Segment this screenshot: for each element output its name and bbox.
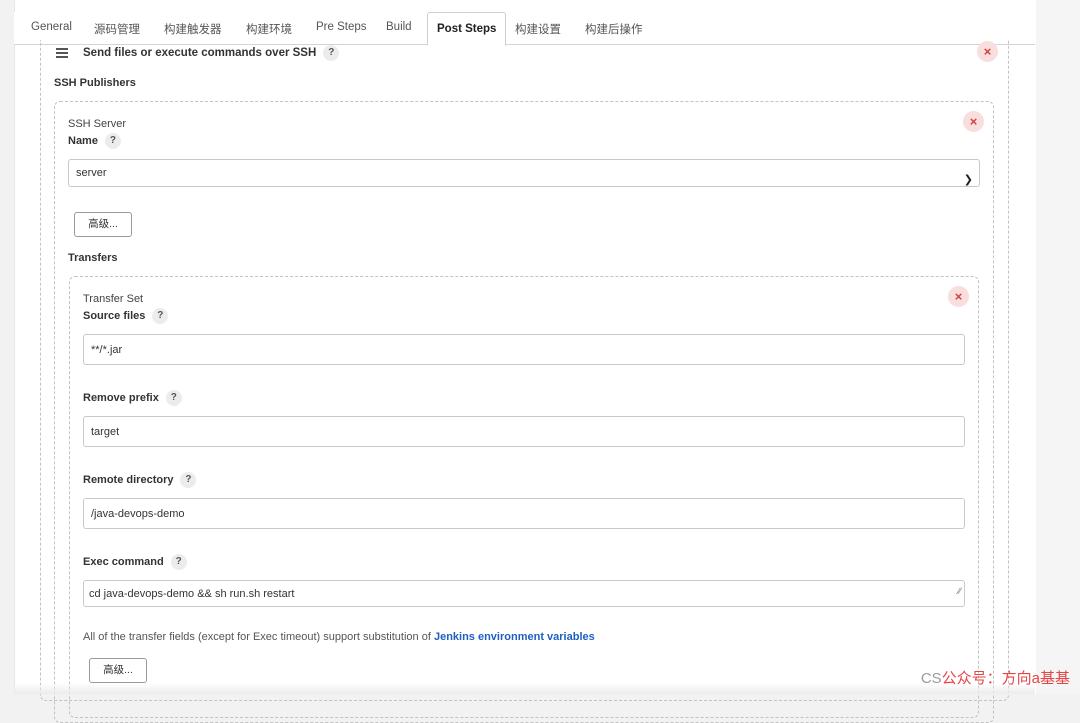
server-name-value: server: [76, 167, 107, 179]
substitution-note: All of the transfer fields (except for E…: [83, 631, 595, 643]
name-label-row: Name?: [68, 133, 121, 149]
tab-build[interactable]: Build: [386, 21, 412, 33]
help-icon[interactable]: ?: [165, 390, 182, 406]
help-icon[interactable]: ?: [104, 133, 121, 149]
help-icon[interactable]: ?: [323, 45, 340, 61]
env-variables-link[interactable]: Jenkins environment variables: [434, 631, 595, 643]
remove-prefix-input[interactable]: target: [83, 416, 965, 447]
exec-command-value: cd java-devops-demo && sh run.sh restart: [89, 588, 295, 600]
transfer-set-label: Transfer Set: [83, 293, 144, 305]
tab-build-triggers[interactable]: 构建触发器: [164, 21, 222, 37]
tab-post-build-actions[interactable]: 构建后操作: [585, 21, 643, 37]
ssh-server-label: SSH Server: [68, 118, 127, 130]
help-icon[interactable]: ?: [180, 472, 197, 488]
server-name-select[interactable]: server ❯: [68, 159, 980, 187]
step-title: Send files or execute commands over SSH: [83, 47, 317, 60]
exec-command-label: Exec command: [83, 555, 164, 568]
ssh-publishers-label: SSH Publishers: [54, 77, 136, 89]
tab-source-management[interactable]: 源码管理: [94, 21, 140, 37]
source-files-label-row: Source files?: [83, 308, 169, 324]
transfers-label: Transfers: [68, 252, 118, 264]
remove-prefix-label-row: Remove prefix?: [83, 390, 182, 406]
page-margin: [1036, 0, 1080, 694]
delete-transfer-button[interactable]: ×: [948, 286, 969, 307]
remote-directory-label: Remote directory: [83, 473, 174, 486]
remote-directory-label-row: Remote directory?: [83, 472, 197, 488]
chevron-down-icon: ❯: [963, 174, 973, 186]
bottom-fade: [14, 683, 1035, 694]
drag-handle-icon[interactable]: [56, 48, 68, 60]
source-files-label: Source files: [83, 309, 146, 322]
tab-pre-steps[interactable]: Pre Steps: [316, 21, 367, 33]
exec-command-label-row: Exec command?: [83, 554, 187, 570]
watermark: CS公众号：方向a基基: [921, 667, 1070, 688]
watermark-prefix: CS: [920, 670, 942, 687]
substitution-note-text: All of the transfer fields (except for E…: [83, 631, 434, 643]
step-title-row: Send files or execute commands over SSH?: [83, 45, 340, 61]
delete-step-button[interactable]: ×: [977, 41, 998, 62]
resize-handle-icon[interactable]: ∕∕: [958, 581, 961, 604]
help-icon[interactable]: ?: [170, 554, 187, 570]
watermark-text: 公众号：方向a基基: [941, 670, 1070, 687]
tab-build-settings[interactable]: 构建设置: [515, 21, 561, 37]
transfer-advanced-button[interactable]: 高级...: [89, 658, 147, 683]
tab-build-environment[interactable]: 构建环境: [246, 21, 292, 37]
remove-prefix-label: Remove prefix: [83, 391, 159, 404]
help-icon[interactable]: ?: [152, 308, 169, 324]
delete-server-button[interactable]: ×: [963, 111, 984, 132]
source-files-input[interactable]: **/*.jar: [83, 334, 965, 365]
tab-general[interactable]: General: [31, 21, 72, 33]
name-label: Name: [68, 134, 98, 147]
exec-command-textarea[interactable]: cd java-devops-demo && sh run.sh restart…: [83, 580, 965, 607]
server-advanced-button[interactable]: 高级...: [74, 212, 132, 237]
remote-directory-input[interactable]: /java-devops-demo: [83, 498, 965, 529]
